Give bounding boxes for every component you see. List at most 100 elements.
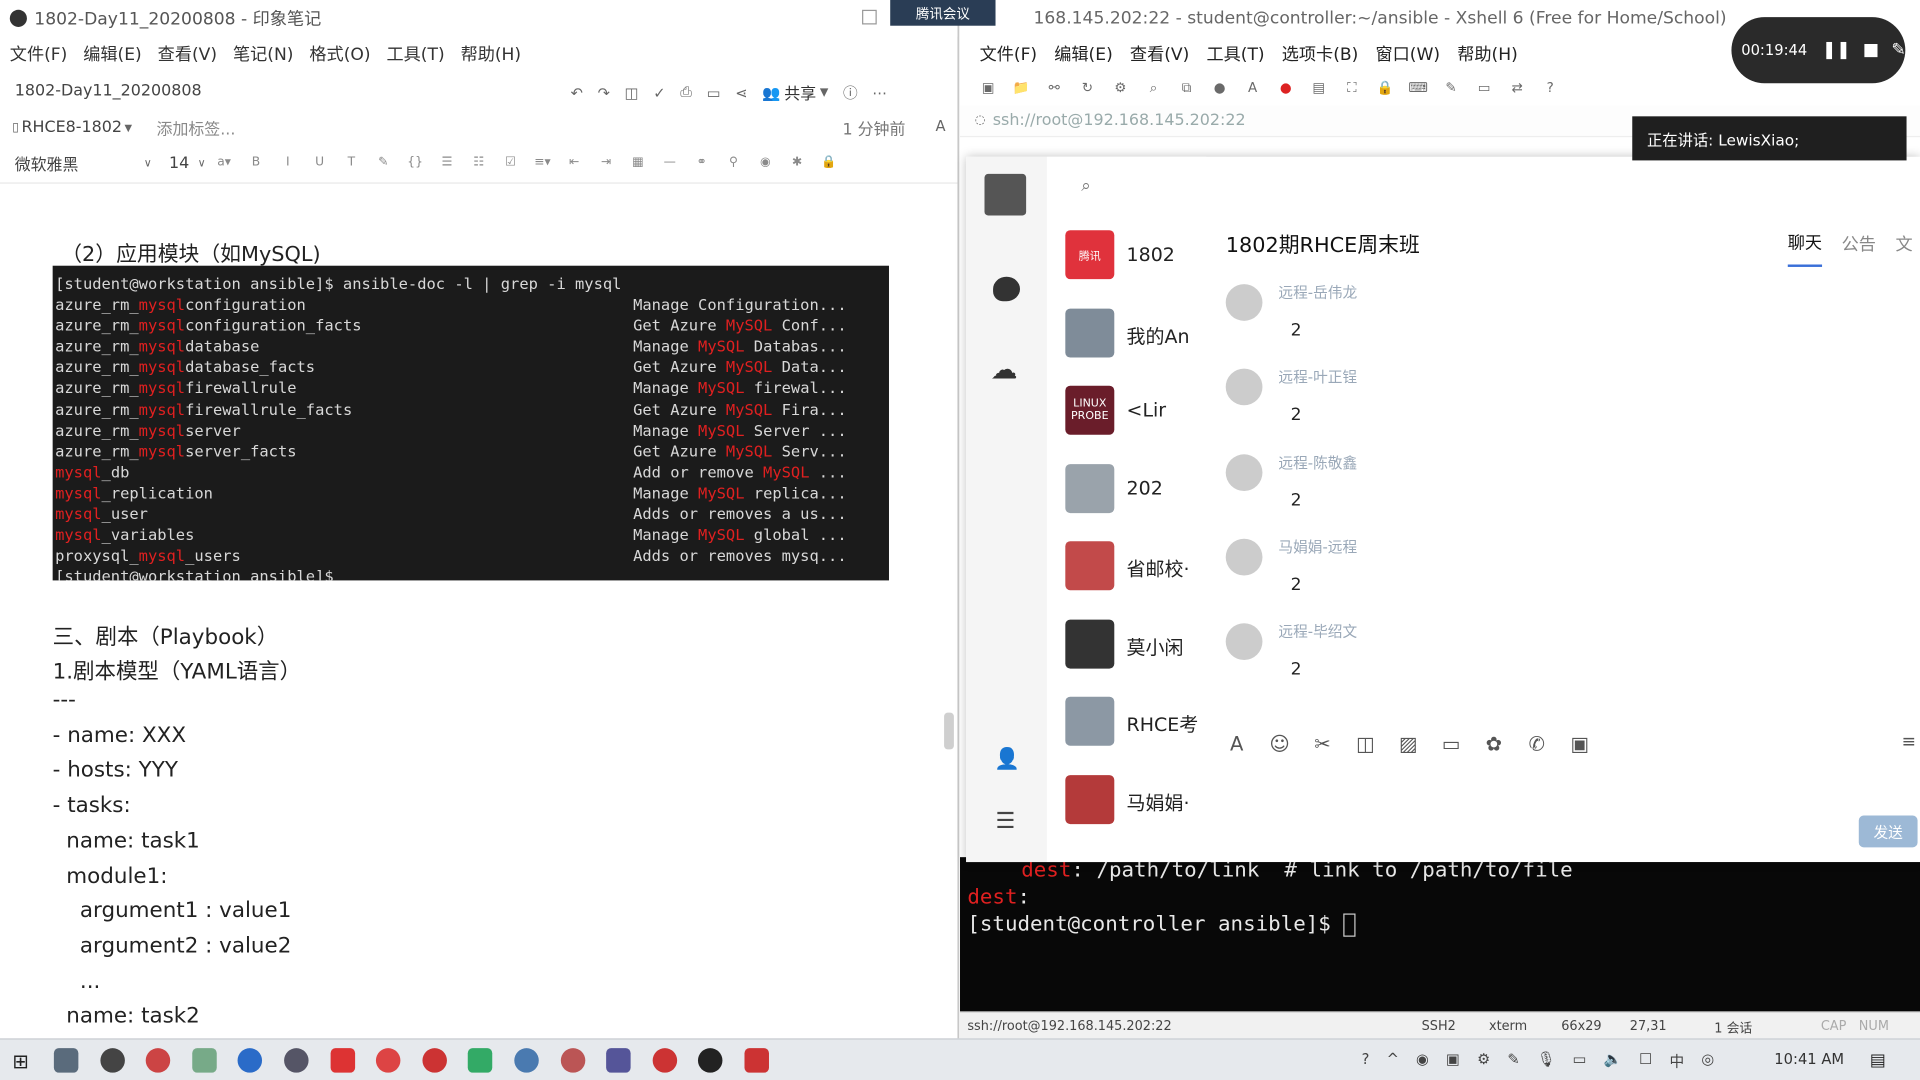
- contact-avatar[interactable]: [1065, 463, 1115, 513]
- xmenu-view[interactable]: 查看(V): [1130, 42, 1189, 66]
- help-icon[interactable]: ?: [1539, 80, 1561, 97]
- search-icon[interactable]: ⌕: [1142, 80, 1164, 97]
- contact-name[interactable]: 省邮校·: [1127, 555, 1200, 582]
- contact-avatar[interactable]: [1065, 696, 1115, 746]
- message-tray-icon[interactable]: ☐: [1639, 1051, 1652, 1072]
- edge-icon[interactable]: [238, 1048, 263, 1073]
- color-icon[interactable]: ●: [1209, 80, 1231, 97]
- volume-icon[interactable]: 🔈: [1604, 1051, 1622, 1072]
- checklist-icon[interactable]: ✓: [653, 84, 665, 101]
- checkbox-icon[interactable]: ☑: [502, 156, 519, 169]
- stop-icon[interactable]: ■: [1863, 40, 1879, 60]
- tab-chat[interactable]: 聊天: [1787, 230, 1823, 267]
- underline-icon[interactable]: U: [311, 156, 328, 169]
- photos-icon[interactable]: [514, 1048, 539, 1073]
- contact-name[interactable]: 马娟娟·: [1127, 788, 1200, 815]
- phone-icon[interactable]: ✆: [1526, 732, 1548, 755]
- xmenu-window[interactable]: 窗口(W): [1375, 42, 1440, 66]
- settings-tray-icon[interactable]: ⚙: [1477, 1051, 1490, 1072]
- contact-name[interactable]: 我的An: [1127, 321, 1200, 348]
- display-icon[interactable]: ▣: [1446, 1051, 1460, 1072]
- align-icon[interactable]: ≡▾: [534, 156, 551, 169]
- font-icon[interactable]: A: [1226, 732, 1248, 755]
- xftp-icon[interactable]: ●: [1275, 80, 1297, 97]
- font-size-select[interactable]: 14 ∨: [164, 150, 211, 177]
- contact-avatar[interactable]: [1065, 774, 1115, 824]
- keyboard-icon[interactable]: ⌨: [1407, 80, 1429, 97]
- terminal-app-icon[interactable]: [99, 1048, 125, 1073]
- notebook-selector[interactable]: RHCE8-1802: [21, 118, 122, 136]
- pause-icon[interactable]: ❚❚: [1822, 40, 1851, 60]
- contact-name[interactable]: 1802: [1127, 244, 1200, 266]
- note-title[interactable]: 1802-Day11_20200808: [15, 81, 202, 99]
- menu-edit[interactable]: 编辑(E): [83, 42, 142, 66]
- menu-tools[interactable]: 工具(T): [387, 42, 445, 66]
- properties-icon[interactable]: ⚙: [1109, 80, 1131, 97]
- italic-icon[interactable]: I: [279, 156, 296, 169]
- ime-icon[interactable]: 中: [1669, 1051, 1684, 1072]
- xmenu-help[interactable]: 帮助(H): [1457, 42, 1518, 66]
- connect-icon[interactable]: ⚯: [1043, 80, 1065, 97]
- fullscreen-icon[interactable]: ⛶: [1341, 80, 1363, 97]
- new-session-icon[interactable]: ▣: [977, 80, 999, 97]
- log-icon[interactable]: ▭: [1473, 80, 1495, 97]
- menu-help[interactable]: 帮助(H): [461, 42, 522, 66]
- windows-start-icon[interactable]: ⊞: [12, 1049, 28, 1072]
- pen-icon[interactable]: ✎: [1891, 40, 1905, 60]
- redo-icon[interactable]: ↷: [598, 84, 610, 101]
- contact-avatar[interactable]: [1065, 541, 1115, 591]
- contact-avatar[interactable]: [1065, 618, 1115, 668]
- info-icon[interactable]: ⓘ: [843, 82, 858, 103]
- contact-name[interactable]: 莫小闲: [1127, 632, 1200, 659]
- menu-note[interactable]: 笔记(N): [233, 42, 293, 66]
- help-tray-icon[interactable]: ?: [1362, 1051, 1370, 1072]
- app-icon[interactable]: [468, 1048, 493, 1073]
- contact-name[interactable]: <Lir: [1127, 399, 1200, 421]
- app-icon[interactable]: [744, 1048, 769, 1073]
- menu-format[interactable]: 格式(O): [309, 42, 370, 66]
- xmenu-tools[interactable]: 工具(T): [1206, 42, 1264, 66]
- battery-icon[interactable]: ▭: [1573, 1051, 1587, 1072]
- numbered-list-icon[interactable]: ☷: [470, 156, 487, 169]
- clock[interactable]: 10:41 AM: [1774, 1051, 1844, 1068]
- contact-name[interactable]: 202: [1127, 477, 1200, 499]
- tab-files[interactable]: 文: [1896, 231, 1913, 265]
- bookmark-icon[interactable]: ◫: [1354, 732, 1376, 755]
- share-button[interactable]: 👥 共享 ▼: [762, 81, 828, 104]
- xshell-terminal[interactable]: dest: /path/to/link # link to /path/to/f…: [960, 857, 1920, 1012]
- app-icon[interactable]: [560, 1048, 585, 1073]
- xmenu-file[interactable]: 文件(F): [980, 42, 1038, 66]
- emoji-icon[interactable]: ☺: [1269, 732, 1291, 755]
- undo-icon[interactable]: ↶: [571, 84, 583, 101]
- strikethrough-icon[interactable]: T: [343, 156, 360, 169]
- lock-icon[interactable]: 🔒: [820, 156, 837, 169]
- app-icon[interactable]: [145, 1048, 171, 1073]
- contact-avatar[interactable]: 腾讯: [1065, 230, 1115, 280]
- maximize-icon[interactable]: [862, 9, 877, 25]
- outdent-icon[interactable]: ⇤: [566, 156, 583, 169]
- gift-icon[interactable]: ✿: [1483, 732, 1505, 755]
- contact-avatar[interactable]: [1065, 307, 1115, 357]
- folder-icon[interactable]: ▭: [1440, 732, 1462, 755]
- menu-icon[interactable]: ☰: [996, 808, 1016, 834]
- print-icon[interactable]: ⎙: [680, 83, 692, 101]
- note-scrollbar[interactable]: [944, 712, 954, 750]
- mic-icon[interactable]: 🎙: [1537, 1051, 1556, 1072]
- font-icon[interactable]: A: [1242, 80, 1264, 97]
- transfer-icon[interactable]: ⇄: [1506, 80, 1528, 97]
- app-icon[interactable]: [652, 1048, 677, 1073]
- notification-icon[interactable]: ▤: [1870, 1051, 1886, 1071]
- script-icon[interactable]: ✎: [1440, 80, 1462, 97]
- menu-file[interactable]: 文件(F): [10, 42, 68, 66]
- menu-view[interactable]: 查看(V): [158, 42, 217, 66]
- contact-name[interactable]: RHCE考: [1127, 710, 1200, 737]
- qq-tray-icon[interactable]: ◎: [1701, 1051, 1714, 1072]
- copy-icon[interactable]: ⧉: [1176, 80, 1198, 97]
- code-icon[interactable]: {}: [407, 156, 424, 169]
- app-icon[interactable]: [284, 1048, 309, 1073]
- bold-icon[interactable]: B: [247, 156, 264, 169]
- bullet-list-icon[interactable]: ☰: [438, 156, 455, 169]
- cloud-icon[interactable]: ☁: [991, 355, 1018, 386]
- font-family-select[interactable]: 微软雅黑 ∨: [9, 150, 157, 177]
- app-icon[interactable]: [606, 1048, 631, 1073]
